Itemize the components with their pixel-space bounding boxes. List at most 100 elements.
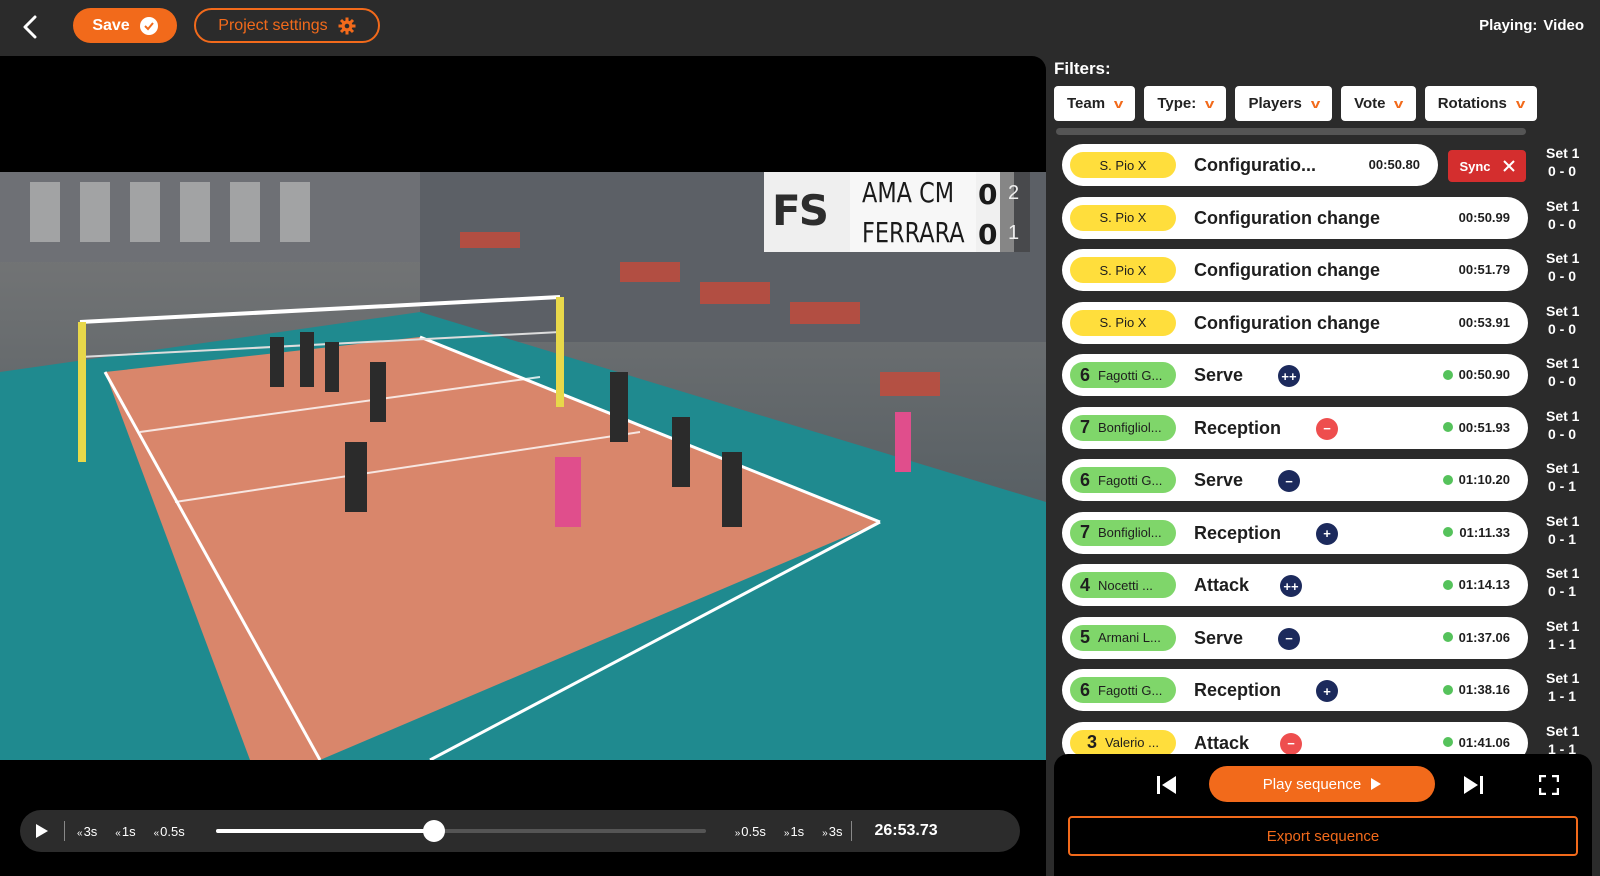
event-row: S. Pio X Configuratio... 00:50.80 Sync Set 1… [1062, 144, 1600, 186]
playing-label: Playing: [1479, 17, 1538, 34]
scoreboard-team1: AMA CM [862, 176, 955, 209]
event-item[interactable]: S. Pio X Configuration change 00:53.91 [1062, 301, 1528, 344]
filter-type[interactable]: Type: v [1144, 86, 1227, 121]
next-event-button[interactable] [1458, 770, 1488, 800]
video-area: FS AMA CM FERRARA 0 0 2 1 «3s «1s «0.5s … [0, 56, 1046, 876]
player-number: 6 [1080, 364, 1091, 385]
event-time-value: 00:50.80 [1368, 157, 1420, 172]
set-score: Set 11 - 1 [1546, 617, 1579, 653]
back-button[interactable] [14, 10, 48, 44]
filter-team[interactable]: Team v [1054, 86, 1136, 121]
event-time: 00:50.80 [1369, 157, 1420, 172]
skip-back-3s-button[interactable]: «3s [65, 824, 106, 839]
event-item[interactable]: S. Pio X Configuratio... 00:50.80 [1062, 144, 1438, 186]
event-item[interactable]: 4 Nocetti ... Attack ++ 01:14.13 [1062, 564, 1528, 606]
export-sequence-button[interactable]: Export sequence [1068, 816, 1578, 856]
event-item[interactable]: 7 Bonfigliol... Reception +01:11.33 [1062, 511, 1528, 554]
event-time: 00:51.79 [1459, 262, 1510, 277]
rewind-icon: « [77, 827, 83, 839]
set-label: Set 1 [1546, 145, 1580, 161]
player-number: 4 [1080, 574, 1091, 595]
save-button[interactable]: Save [73, 8, 177, 43]
score-label: 1 - 1 [1548, 688, 1577, 704]
score-label: 0 - 0 [1548, 425, 1577, 442]
play-sequence-button[interactable]: Play sequence [1209, 766, 1435, 802]
event-action: Attack [1194, 732, 1250, 753]
filter-rotations[interactable]: Rotations v [1424, 86, 1538, 121]
event-time: 00:50.99 [1459, 210, 1510, 225]
chevron-left-icon [23, 15, 37, 39]
previous-event-button[interactable] [1152, 770, 1182, 800]
set-score: Set 10 - 0 [1546, 249, 1579, 285]
filters-title: Filters: [1054, 59, 1111, 78]
check-dot-icon [1442, 474, 1453, 485]
scoreboard-team2-sets: 1 [1008, 222, 1020, 244]
event-time-value: 00:50.99 [1458, 209, 1510, 225]
event-item[interactable]: S. Pio X Configuration change 00:51.79 [1062, 249, 1528, 291]
event-list: S. Pio X Configuratio... 00:50.80 Sync Set 1… [1062, 144, 1600, 810]
event-tag: 7 Bonfigliol... [1070, 414, 1176, 441]
check-dot-icon [1442, 684, 1453, 695]
event-time-value: 01:11.33 [1459, 524, 1510, 540]
skip-back-0.5s-label: 0.5s [160, 823, 185, 839]
event-time-value: 01:41.06 [1458, 734, 1510, 750]
event-tag-label: Bonfigliol... [1098, 420, 1162, 435]
event-item[interactable]: 6 Fagotti G... Reception +01:38.16 [1062, 669, 1528, 711]
event-action: Serve [1194, 627, 1244, 648]
filter-vote[interactable]: Vote v [1341, 86, 1416, 121]
event-item[interactable]: 5 Armani L... Serve − 01:37.06 [1062, 616, 1528, 659]
skip-forward-1s-button[interactable]: »1s [775, 824, 813, 839]
event-tag: 3 Valerio ... [1070, 729, 1176, 756]
scoreboard-team2: FERRARA [862, 216, 965, 249]
event-item[interactable]: 7 Bonfigliol... Reception − 00:51.93 [1062, 406, 1528, 449]
export-sequence-label: Export sequence [1266, 827, 1380, 845]
filter-bar: Team v Type: v Players v Vote v Rotations v [1054, 86, 1538, 121]
play-button[interactable] [20, 810, 64, 852]
video-frame[interactable] [0, 172, 1046, 760]
event-tag: 6 Fagotti G... [1070, 677, 1176, 703]
fast-forward-icon: » [783, 827, 790, 839]
event-row: 5 Armani L... Serve − 01:37.06 Set 11 - 1 [1062, 616, 1600, 659]
fullscreen-button[interactable] [1534, 770, 1564, 800]
progress-handle[interactable] [422, 820, 445, 842]
event-tag-label: S. Pio X [1099, 210, 1147, 225]
event-time-value: 01:14.13 [1458, 577, 1510, 592]
skip-back-1s-button[interactable]: «1s [106, 824, 144, 839]
event-tag-label: S. Pio X [1099, 315, 1147, 330]
filter-vote-label: Vote [1354, 95, 1386, 112]
progress-slider[interactable] [215, 820, 706, 842]
event-row: S. Pio X Configuration change 00:50.99 Set … [1062, 196, 1600, 239]
rewind-icon: « [153, 827, 160, 839]
horizontal-scrollbar[interactable] [1056, 128, 1526, 135]
set-label: Set 1 [1546, 250, 1580, 266]
skip-back-3s-label: 3s [83, 823, 98, 839]
event-time-value: 01:37.06 [1458, 629, 1510, 645]
skip-forward-3s-button[interactable]: »3s [813, 824, 851, 839]
skip-back-0.5s-button[interactable]: «0.5s [145, 824, 194, 839]
filter-rotations-label: Rotations [1437, 95, 1507, 112]
event-tag-label: Nocetti ... [1098, 577, 1153, 593]
event-tag: 5 Armani L... [1070, 624, 1176, 651]
save-label: Save [92, 16, 130, 34]
event-item[interactable]: 6 Fagotti G... Serve ++ 00:50.90 [1062, 354, 1528, 396]
fullscreen-icon [1539, 775, 1559, 795]
filter-players[interactable]: Players v [1235, 86, 1333, 121]
event-item[interactable]: S. Pio X Configuration change 00:50.99 [1062, 196, 1528, 239]
vote-badge-icon: + [1316, 522, 1338, 545]
scoreboard-team2-points: 0 [978, 218, 998, 251]
score-label: 0 - 0 [1548, 215, 1577, 232]
sync-button[interactable]: Sync [1448, 150, 1526, 182]
player-number: 3 [1087, 732, 1098, 752]
check-dot-icon [1443, 527, 1454, 537]
set-score: Set 10 - 0 [1546, 302, 1579, 338]
playing-status: Playing: Video [1473, 17, 1584, 34]
event-action: Reception [1194, 417, 1282, 438]
event-item[interactable]: 6 Fagotti G... Serve − 01:10.20 [1062, 459, 1528, 501]
event-tag: 6 Fagotti G... [1070, 467, 1176, 493]
event-time: 01:10.20 [1442, 472, 1510, 487]
skip-forward-0.5s-button[interactable]: »0.5s [726, 824, 775, 839]
fast-forward-icon: » [734, 827, 741, 839]
vote-badge-icon: − [1316, 417, 1338, 440]
vote-badge-icon: + [1316, 680, 1338, 702]
project-settings-button[interactable]: Project settings [194, 8, 380, 43]
